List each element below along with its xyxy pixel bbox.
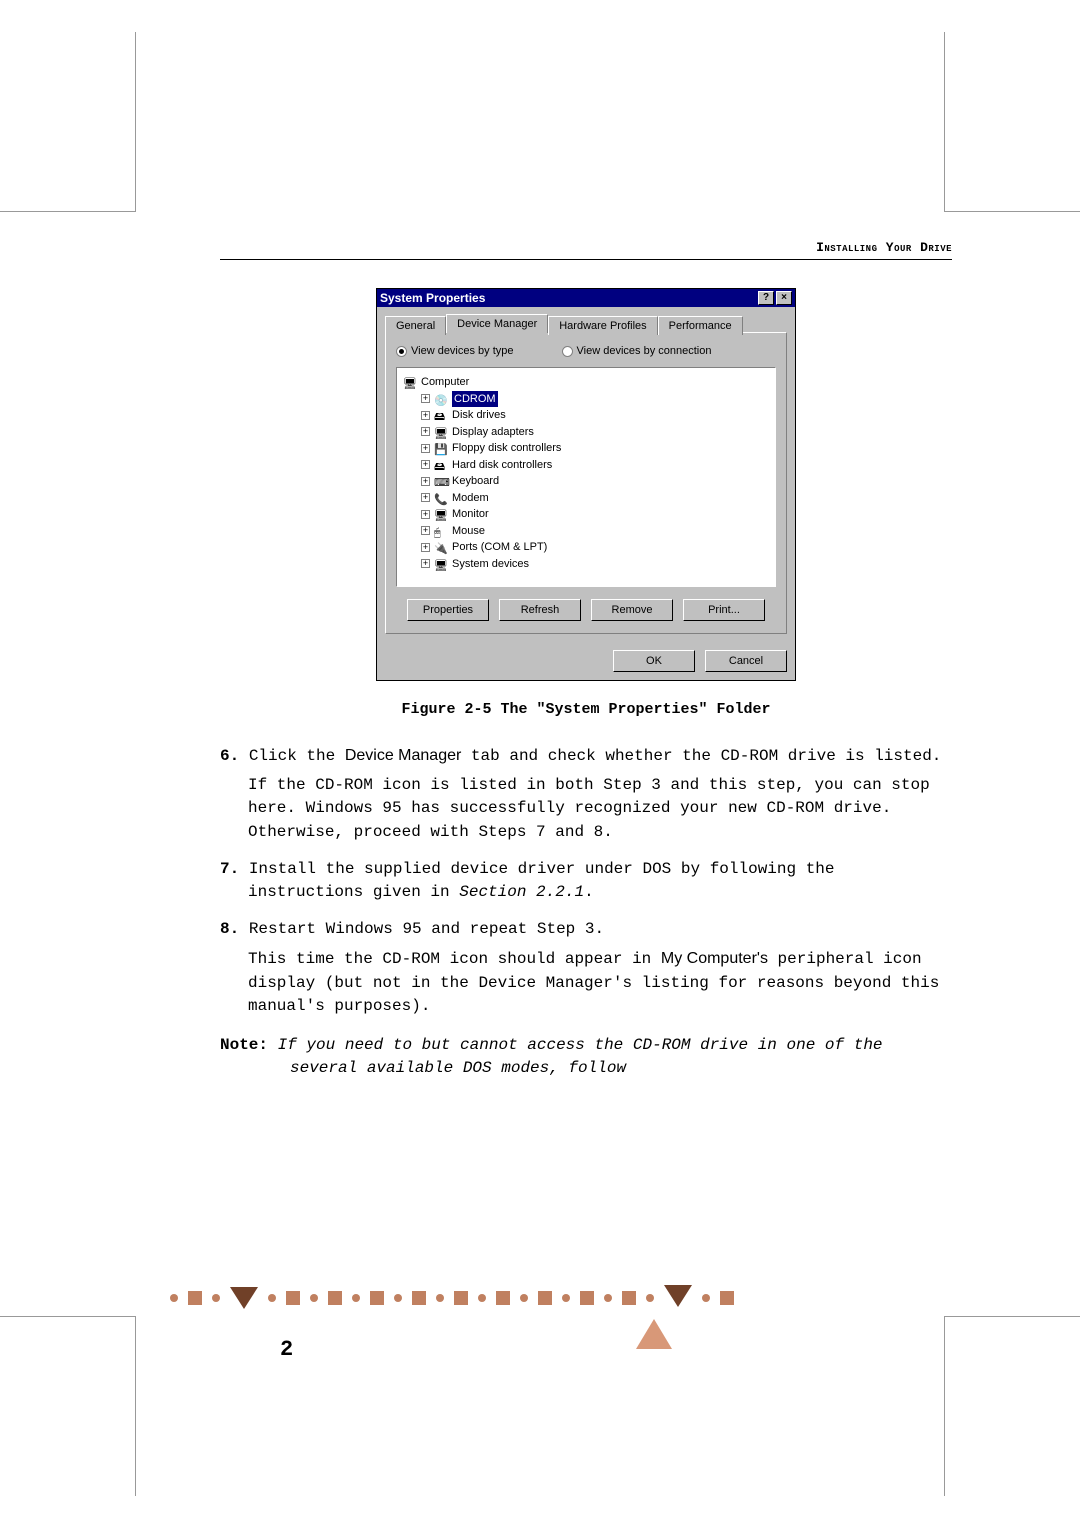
tree-row-keyboard[interactable]: +⌨Keyboard [403,473,769,490]
expand-icon[interactable]: + [421,427,430,436]
tree-row-mouse[interactable]: +🖱Mouse [403,523,769,540]
tree-row-monitor[interactable]: +🖥Monitor [403,506,769,523]
expand-icon[interactable]: + [421,559,430,568]
remove-button[interactable]: Remove [591,599,673,621]
crop-mark [0,1316,136,1496]
cancel-button[interactable]: Cancel [705,650,787,672]
expand-icon[interactable]: + [421,444,430,453]
step-number: 8. [220,920,239,938]
system-icon: 🖥 [434,558,448,570]
expand-icon[interactable]: + [421,477,430,486]
triangle-down-icon [664,1285,692,1307]
tree-row-ports[interactable]: +🔌Ports (COM & LPT) [403,539,769,556]
tree-row-modem[interactable]: +📞Modem [403,490,769,507]
tab-device-manager[interactable]: Device Manager [446,314,548,333]
print-button[interactable]: Print... [683,599,765,621]
expand-icon[interactable]: + [421,543,430,552]
keyboard-icon: ⌨ [434,475,448,487]
dialog-tabs: General Device Manager Hardware Profiles… [377,307,795,332]
expand-icon[interactable]: + [421,460,430,469]
monitor-icon: 🖥 [434,508,448,520]
expand-icon[interactable]: + [421,526,430,535]
device-tree[interactable]: 🖥Computer +💿CDROM +🖴Disk drives +🖥Displa… [396,367,776,587]
cdrom-icon: 💿 [434,393,448,405]
refresh-button[interactable]: Refresh [499,599,581,621]
floppy-icon: 💾 [434,442,448,454]
modem-icon: 📞 [434,492,448,504]
mouse-icon: 🖱 [434,525,448,537]
crop-mark [0,32,136,212]
tab-performance[interactable]: Performance [658,316,743,335]
crop-mark [944,32,1080,212]
decorative-strip [170,1268,960,1328]
dialog-title: System Properties [380,291,485,305]
help-button[interactable]: ? [758,291,774,305]
ports-icon: 🔌 [434,541,448,553]
step-number: 7. [220,860,239,878]
tree-row-disk-drives[interactable]: +🖴Disk drives [403,407,769,424]
radio-view-by-type[interactable]: View devices by type [396,345,514,357]
ok-button[interactable]: OK [613,650,695,672]
disk-icon: 🖴 [434,409,448,421]
step-number: 6. [220,747,239,765]
tree-row-floppy[interactable]: +💾Floppy disk controllers [403,440,769,457]
dialog-titlebar: System Properties ? × [377,289,795,307]
close-button[interactable]: × [776,291,792,305]
radio-icon [396,346,407,357]
expand-icon[interactable]: + [421,493,430,502]
properties-button[interactable]: Properties [407,599,489,621]
crop-mark [944,1316,1080,1496]
radio-view-by-connection[interactable]: View devices by connection [562,345,712,357]
chapter-number: 2 [220,1337,293,1362]
tree-row-computer[interactable]: 🖥Computer [403,374,769,391]
hdd-icon: 🖴 [434,459,448,471]
tab-panel: View devices by type View devices by con… [385,332,787,634]
page-footer: 2 9 [220,1337,952,1362]
display-icon: 🖥 [434,426,448,438]
page-number: 9 [922,1336,952,1354]
running-header: Installing Your Drive [220,240,952,260]
expand-icon[interactable]: + [421,394,430,403]
system-properties-dialog: System Properties ? × General Device Man… [376,288,796,681]
tree-row-hdd[interactable]: +🖴Hard disk controllers [403,457,769,474]
body-text: 6. Click the Device Manager tab and chec… [220,744,952,1080]
triangle-down-icon [230,1287,258,1309]
computer-icon: 🖥 [403,376,417,388]
tree-row-display-adapters[interactable]: +🖥Display adapters [403,424,769,441]
tab-general[interactable]: General [385,316,446,335]
figure-caption: Figure 2-5 The "System Properties" Folde… [220,701,952,718]
tab-hardware-profiles[interactable]: Hardware Profiles [548,316,657,335]
step-paragraph: If the CD-ROM icon is listed in both Ste… [220,774,952,844]
radio-icon [562,346,573,357]
note-block: Note: If you need to but cannot access t… [220,1034,952,1080]
tree-row-cdrom[interactable]: +💿CDROM [403,391,769,408]
step-paragraph: This time the CD-ROM icon should appear … [220,947,952,1018]
expand-icon[interactable]: + [421,411,430,420]
expand-icon[interactable]: + [421,510,430,519]
tree-row-system-devices[interactable]: +🖥System devices [403,556,769,573]
